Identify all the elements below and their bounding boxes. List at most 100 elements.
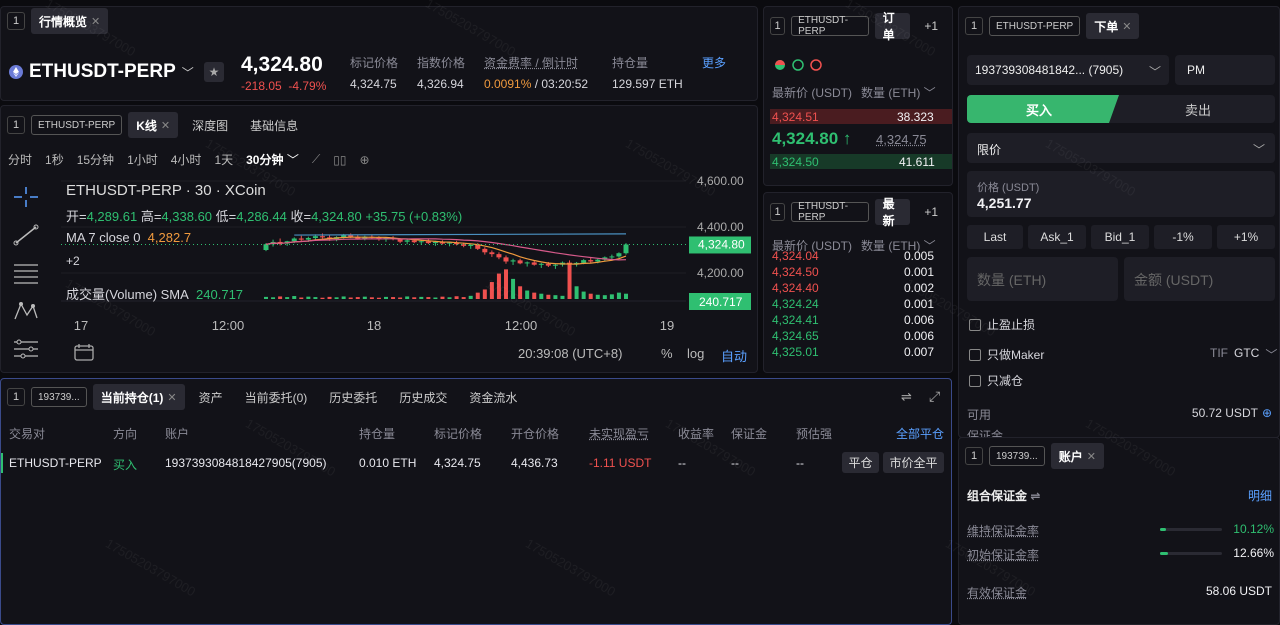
close-icon[interactable]: ✕: [1122, 20, 1131, 33]
stat-funding-rate: 资金费率 / 倒计时 0.0091% / 03:20:52: [484, 54, 588, 91]
volume-bar: [567, 263, 572, 299]
quick-plus1pct-button[interactable]: +1%: [1217, 225, 1275, 249]
close-icon[interactable]: ✕: [167, 391, 176, 404]
quick-ask1-button[interactable]: Ask_1: [1028, 225, 1086, 249]
tab-fund-flow[interactable]: 资金流水: [461, 384, 525, 410]
tab-recent-trades[interactable]: 最新: [874, 197, 911, 228]
volume-bar: [440, 296, 445, 299]
log-toggle[interactable]: log: [687, 346, 704, 361]
trade-row[interactable]: 4,324.65 0.006: [764, 329, 952, 345]
buy-button[interactable]: 买入: [967, 95, 1111, 123]
interval-timeline[interactable]: 分时: [8, 151, 32, 168]
bids-only-icon[interactable]: [792, 59, 804, 71]
tab-market-overview[interactable]: 行情概览 ✕: [31, 8, 109, 34]
calendar-icon[interactable]: [74, 343, 94, 361]
ask-price[interactable]: 4,324.51: [772, 110, 819, 124]
settings-lines-icon[interactable]: [13, 338, 39, 360]
margin-mode-select[interactable]: PM: [1175, 55, 1275, 85]
bid-price[interactable]: 4,324.50: [772, 155, 819, 169]
pattern-icon[interactable]: [13, 300, 39, 322]
more-indicators[interactable]: +2: [66, 254, 80, 268]
filter-icon[interactable]: ⇌: [901, 389, 912, 405]
interval-1d[interactable]: 1天: [214, 151, 233, 168]
asks-only-icon[interactable]: [810, 59, 822, 71]
add-funds-icon[interactable]: ⊕: [1262, 406, 1272, 420]
post-only-checkbox[interactable]: 只做Maker: [969, 346, 1044, 363]
tab-basic-info[interactable]: 基础信息: [242, 112, 306, 138]
reduce-only-checkbox[interactable]: 只减仓: [969, 372, 1023, 389]
checkbox[interactable]: [969, 374, 981, 387]
interval-4h[interactable]: 4小时: [171, 151, 202, 168]
interval-1s[interactable]: 1秒: [45, 151, 64, 168]
x-tick-label: 18: [367, 318, 381, 333]
crosshair-icon[interactable]: [13, 186, 39, 208]
tif-label: TIF: [1210, 346, 1228, 360]
trade-row[interactable]: 4,324.50 0.001: [764, 265, 952, 281]
market-close-all-button[interactable]: 市价全平: [883, 452, 944, 473]
tab-orderbook[interactable]: 订单: [874, 11, 911, 42]
portfolio-margin-title[interactable]: 组合保证金 ⇌: [967, 487, 1040, 504]
table-cell: 买入: [113, 458, 138, 472]
detail-link[interactable]: 明细: [1248, 487, 1272, 504]
price-input[interactable]: 价格 (USDT) 4,251.77: [967, 171, 1275, 217]
indicator-icon[interactable]: ⟋: [312, 152, 320, 167]
fib-lines-icon[interactable]: [13, 262, 39, 284]
expand-icon[interactable]: ⤢: [929, 388, 940, 405]
amount-input[interactable]: 金额 (USDT): [1124, 257, 1275, 301]
trendline-icon[interactable]: [13, 224, 39, 246]
both-sides-icon[interactable]: [774, 59, 786, 71]
tab-depth[interactable]: 深度图: [184, 112, 236, 138]
tab-kline[interactable]: K线 ✕: [128, 112, 179, 138]
tpsl-checkbox[interactable]: 止盈止损: [969, 316, 1035, 333]
table-row[interactable]: ETHUSDT-PERP 买入 1937393084818427905(7905) 0…: [1, 456, 951, 472]
close-icon[interactable]: ✕: [1087, 450, 1096, 463]
tab-trade-history[interactable]: 历史成交: [391, 384, 455, 410]
quick-minus1pct-button[interactable]: -1%: [1154, 225, 1212, 249]
interval-15m[interactable]: 15分钟: [77, 151, 114, 168]
percent-toggle[interactable]: %: [661, 346, 673, 361]
tab-order-history[interactable]: 历史委托: [321, 384, 385, 410]
trade-row[interactable]: 4,324.04 0.005: [764, 251, 952, 265]
trade-row[interactable]: 4,325.01 0.007: [764, 345, 952, 361]
close-all-button[interactable]: 全部平仓: [896, 425, 944, 442]
close-position-button[interactable]: 平仓: [842, 452, 879, 473]
checkbox[interactable]: [969, 318, 981, 331]
order-type-select[interactable]: 限价 ﹀: [967, 133, 1275, 163]
checkbox[interactable]: [969, 348, 981, 361]
stat-index-price: 指数价格 4,326.94: [417, 54, 465, 91]
close-icon[interactable]: ✕: [161, 119, 170, 132]
tab-open-orders[interactable]: 当前委托(0): [237, 384, 316, 410]
symbol-tag: ETHUSDT-PERP: [31, 115, 123, 135]
title-label: 组合保证金: [967, 489, 1028, 503]
trade-row[interactable]: 4,324.40 0.002: [764, 281, 952, 297]
tab-place-order[interactable]: 下单 ✕: [1086, 13, 1140, 39]
candle-style-icon[interactable]: ▯▯: [333, 153, 346, 167]
trade-row[interactable]: 4,324.24 0.001: [764, 297, 952, 313]
tab-current-positions[interactable]: 当前持仓(1) ✕: [92, 384, 185, 410]
tab-assets[interactable]: 资产: [191, 384, 231, 410]
trade-qty: 0.007: [904, 345, 935, 359]
quick-bid1-button[interactable]: Bid_1: [1091, 225, 1149, 249]
sell-button[interactable]: 卖出: [1121, 95, 1275, 123]
quick-last-button[interactable]: Last: [967, 225, 1023, 249]
close-icon[interactable]: ✕: [91, 15, 100, 28]
quantity-input[interactable]: 数量 (ETH): [967, 257, 1118, 301]
arrow-up-icon: ↑: [842, 129, 852, 148]
add-circle-icon[interactable]: ⊕: [359, 153, 369, 167]
auto-toggle[interactable]: 自动: [721, 346, 747, 365]
interval-30m-selected[interactable]: 30分钟 ﹀: [246, 151, 299, 168]
more-link[interactable]: 更多: [702, 54, 726, 71]
book-mode-toggle[interactable]: [774, 59, 822, 71]
col-qty-header[interactable]: 数量 (ETH) ﹀: [861, 84, 936, 101]
kline-chart[interactable]: 4,600.00 4,400.00 4,200.00 4,324.80 240.717 1…: [61, 171, 756, 366]
interval-1h[interactable]: 1小时: [127, 151, 158, 168]
volume-bar: [264, 296, 268, 299]
tab-account[interactable]: 账户 ✕: [1050, 443, 1104, 469]
more-tabs-badge[interactable]: +1: [916, 199, 946, 225]
trade-row[interactable]: 4,324.41 0.006: [764, 313, 952, 329]
favorite-star-button[interactable]: ★: [204, 62, 224, 82]
more-tabs-badge[interactable]: +1: [916, 13, 946, 39]
tif-select[interactable]: TIF GTC ﹀: [1210, 346, 1277, 363]
account-select[interactable]: 193739308481842... (7905) ﹀: [967, 55, 1169, 85]
symbol-selector[interactable]: ETHUSDT-PERP ﹀: [9, 61, 194, 83]
